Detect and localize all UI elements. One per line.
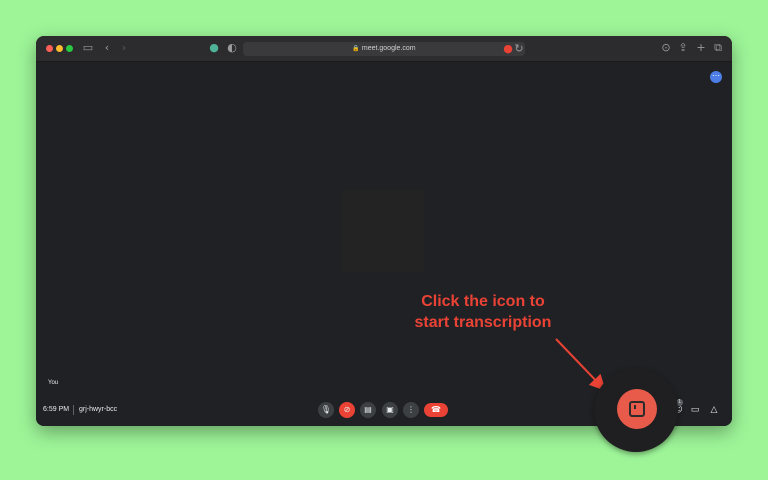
meeting-code: grj-hwyr-bcc bbox=[79, 406, 118, 413]
reload-icon[interactable]: ↻ bbox=[513, 43, 525, 55]
privacy-icon[interactable]: ● bbox=[208, 42, 220, 54]
address-text-wrap: 🔒 meet.google.com bbox=[243, 43, 525, 55]
minimize-window-button[interactable] bbox=[56, 45, 63, 52]
share-icon[interactable]: ⇪ bbox=[677, 42, 689, 54]
microphone-icon: 🎙 bbox=[320, 405, 332, 414]
self-name-label: You bbox=[48, 380, 59, 386]
present-button[interactable]: ▣ bbox=[382, 402, 398, 418]
browser-titlebar: ▭ ‹ › ● ◐ 🔒 meet.google.com ● ↻ ⊙ ⇪ + ⧉ bbox=[36, 36, 732, 62]
shield-icon[interactable]: ◐ bbox=[226, 42, 238, 54]
camera-off-button[interactable]: ⊘ bbox=[339, 402, 355, 418]
leave-call-button[interactable]: ☎ bbox=[424, 403, 448, 417]
activities-icon[interactable]: △ bbox=[708, 404, 720, 416]
zoom-highlight-circle bbox=[594, 368, 678, 452]
transcription-button[interactable] bbox=[617, 389, 657, 429]
more-options-button[interactable]: ⋮ bbox=[403, 402, 419, 418]
microphone-button[interactable]: 🎙 bbox=[318, 402, 334, 418]
back-icon[interactable]: ‹ bbox=[101, 42, 113, 54]
new-tab-icon[interactable]: + bbox=[695, 42, 707, 54]
chat-icon[interactable]: ▭ bbox=[689, 404, 701, 416]
present-icon: ▣ bbox=[386, 405, 394, 414]
url-text: meet.google.com bbox=[361, 45, 416, 52]
close-window-button[interactable] bbox=[46, 45, 53, 52]
zoom-window-button[interactable] bbox=[66, 45, 73, 52]
meeting-more-icon[interactable]: ⋯ bbox=[710, 71, 722, 83]
captions-icon: ▤ bbox=[364, 405, 372, 414]
camera-off-icon: ⊘ bbox=[343, 405, 351, 414]
download-icon[interactable]: ⊙ bbox=[660, 42, 672, 54]
sidebar-icon[interactable]: ▭ bbox=[82, 42, 94, 54]
self-video-tile bbox=[342, 190, 424, 272]
tabs-overview-icon[interactable]: ⧉ bbox=[712, 42, 724, 54]
more-vert-icon: ⋮ bbox=[407, 405, 415, 414]
info-divider bbox=[73, 405, 74, 415]
hangup-icon: ☎ bbox=[431, 405, 441, 414]
transcription-icon bbox=[629, 401, 645, 417]
forward-icon[interactable]: › bbox=[118, 42, 130, 54]
address-bar[interactable]: 🔒 meet.google.com ● ↻ bbox=[243, 42, 525, 56]
lock-icon: 🔒 bbox=[352, 45, 360, 52]
annotation-line-1: Click the icon to bbox=[421, 293, 545, 310]
browser-window: ▭ ‹ › ● ◐ 🔒 meet.google.com ● ↻ ⊙ ⇪ + ⧉ ⋯… bbox=[36, 36, 732, 426]
meeting-time: 6:59 PM bbox=[43, 406, 70, 413]
annotation-line-2: start transcription bbox=[414, 314, 552, 331]
captions-button[interactable]: ▤ bbox=[360, 402, 376, 418]
annotation-callout: Click the icon to start transcription bbox=[398, 291, 568, 333]
